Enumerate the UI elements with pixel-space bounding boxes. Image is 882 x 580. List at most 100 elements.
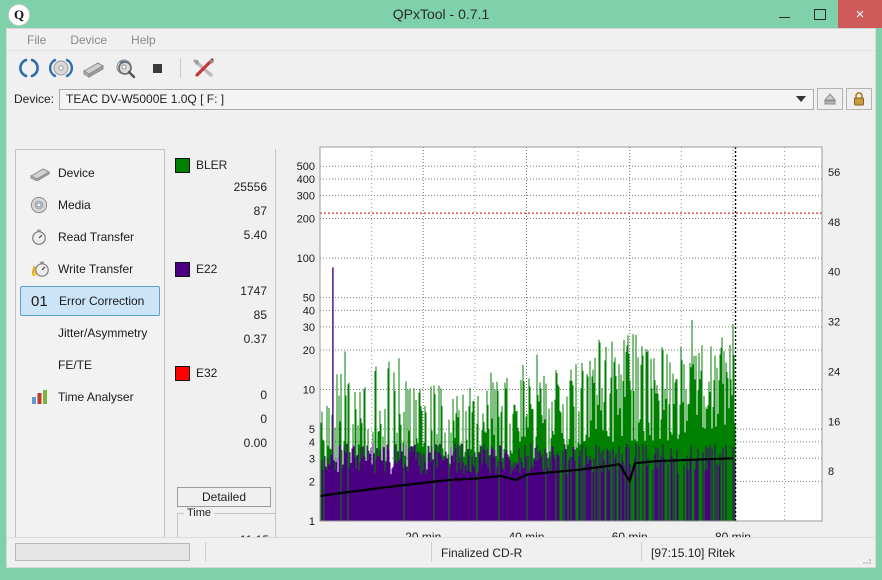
maximize-button[interactable]	[802, 0, 838, 28]
menu-device[interactable]: Device	[58, 31, 119, 49]
right-axis-tick: 56	[828, 167, 840, 179]
title-bar: Q QPxTool - 0.7.1 ×	[0, 0, 882, 28]
left-axis-tick: 40	[303, 305, 315, 317]
refresh-arc-button[interactable]	[13, 53, 45, 83]
sidebar-item-media[interactable]: Media	[20, 190, 160, 220]
device-select[interactable]: TEAC DV-W5000E 1.0Q [ F: ]	[59, 88, 814, 110]
left-axis-tick: 100	[297, 253, 315, 265]
bler-max: 87	[253, 204, 267, 218]
e32-color-swatch	[175, 365, 190, 381]
toolbar-separator	[180, 58, 181, 78]
status-separator-2	[431, 542, 432, 562]
detailed-button[interactable]: Detailed	[177, 487, 271, 507]
device-dropdown-button[interactable]	[789, 90, 813, 109]
time-group-label: Time	[184, 507, 215, 519]
e32-max: 0	[260, 412, 267, 426]
maximize-icon	[814, 8, 826, 20]
client-area: File Device Help Device: TEAC DV-W5000E …	[6, 28, 876, 568]
status-bar: Finalized CD-R [97:15.10] Ritek	[7, 537, 875, 567]
chevron-down-icon	[796, 96, 806, 102]
tool-bar	[7, 51, 875, 85]
disc-icon	[30, 195, 56, 215]
minimize-icon	[778, 16, 790, 18]
disc-scan-icon	[116, 59, 136, 79]
left-axis-tick: 400	[297, 174, 315, 186]
e32-label: E32	[196, 366, 218, 380]
sidebar-item-read-transfer[interactable]: Read Transfer	[20, 222, 160, 252]
status-separator-3	[641, 542, 642, 562]
device-label: Device:	[14, 92, 55, 106]
menu-bar: File Device Help	[7, 29, 875, 51]
status-separator-1	[205, 542, 206, 562]
sidebar-item-fe-te[interactable]: FE/TE	[20, 350, 160, 380]
disc-refresh-button[interactable]	[45, 53, 77, 83]
left-axis-tick: 3	[309, 453, 315, 465]
minimize-button[interactable]	[766, 0, 802, 28]
legend-e22: E22	[171, 259, 275, 279]
tools-icon	[193, 58, 214, 77]
progress-bar	[15, 543, 190, 561]
right-axis-tick: 8	[828, 466, 834, 478]
e32-avg: 0.00	[243, 436, 267, 450]
sidebar-item-error-correction[interactable]: 01 Error Correction	[20, 286, 160, 316]
left-axis-tick: 50	[303, 293, 315, 305]
chart-canvas[interactable]: 1234510203040501002003004005008162432404…	[279, 143, 867, 557]
menu-file[interactable]: File	[15, 31, 58, 49]
disc-refresh-icon	[49, 58, 73, 78]
qpxtool-window: Q QPxTool - 0.7.1 × File Device Help Dev…	[0, 0, 882, 580]
left-axis-tick: 5	[309, 424, 315, 436]
left-axis-tick: 30	[303, 322, 315, 334]
left-axis-tick: 2	[309, 476, 315, 488]
left-axis-tick: 10	[303, 385, 315, 397]
sidebar-item-write-transfer[interactable]: Write Transfer	[20, 254, 160, 284]
sidebar-item-jitter-asymmetry[interactable]: Jitter/Asymmetry	[20, 318, 160, 348]
resize-gripper-icon[interactable]	[862, 555, 872, 565]
sidebar-label-media: Media	[58, 198, 91, 212]
sidebar-item-device[interactable]: Device	[20, 158, 160, 188]
window-controls: ×	[766, 0, 882, 28]
error-correction-chart[interactable]: 1 2 3 4 5 10 20 30 40 50 100 200 300 400 500 8 16 24 32 40 4…	[279, 143, 867, 557]
status-disc: [97:15.10] Ritek	[651, 546, 736, 560]
bler-color-swatch	[175, 157, 190, 173]
drive-eject-button[interactable]	[77, 53, 109, 83]
sidebar-label-device: Device	[58, 166, 95, 180]
blank-icon	[30, 355, 56, 375]
flame-stopwatch-icon	[30, 259, 56, 279]
e32-total: 0	[260, 388, 267, 402]
sidebar-item-time-analyser[interactable]: Time Analyser	[20, 382, 160, 412]
stop-button[interactable]	[141, 53, 173, 83]
menu-help[interactable]: Help	[119, 31, 168, 49]
close-button[interactable]: ×	[838, 0, 882, 28]
left-axis-tick: 300	[297, 190, 315, 202]
e22-max: 85	[253, 308, 267, 322]
main-area: Device Media Read Transfer Write Transfe…	[7, 113, 875, 557]
tools-button[interactable]	[188, 53, 220, 83]
e22-avg: 0.37	[243, 332, 267, 346]
barchart-icon	[30, 387, 56, 407]
eject-button[interactable]	[817, 88, 843, 110]
stopwatch-icon	[30, 227, 56, 247]
status-media: Finalized CD-R	[441, 546, 523, 560]
bler-avg: 5.40	[243, 228, 267, 242]
bler-total: 25556	[233, 180, 267, 194]
01-icon: 01	[31, 292, 48, 310]
blank-icon	[30, 323, 56, 343]
right-axis-tick: 32	[828, 317, 840, 329]
e22-total: 1747	[240, 284, 267, 298]
sidebar-label-write-transfer: Write Transfer	[58, 262, 134, 276]
e22-label: E22	[196, 262, 218, 276]
drive-eject-icon	[83, 62, 104, 78]
device-bar: Device: TEAC DV-W5000E 1.0Q [ F: ]	[7, 85, 875, 113]
lock-icon	[854, 92, 864, 106]
sidebar-label-read-transfer: Read Transfer	[58, 230, 135, 244]
left-axis-tick: 200	[297, 214, 315, 226]
sidebar-label-error-correction: Error Correction	[59, 294, 145, 308]
legend-bler: BLER	[171, 155, 275, 175]
refresh-arc-icon	[19, 58, 39, 78]
lock-button[interactable]	[846, 88, 872, 110]
legend-e32: E32	[171, 363, 275, 383]
disc-scan-button[interactable]	[109, 53, 141, 83]
window-title: QPxTool - 0.7.1	[392, 6, 490, 22]
left-axis-tick: 4	[309, 437, 315, 449]
device-value: TEAC DV-W5000E 1.0Q [ F: ]	[66, 92, 225, 106]
